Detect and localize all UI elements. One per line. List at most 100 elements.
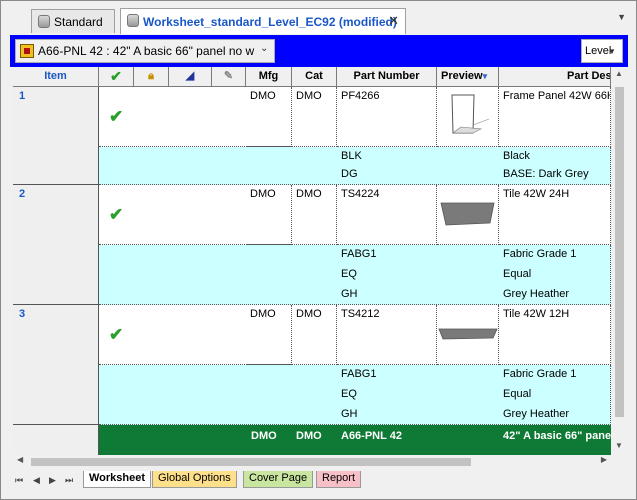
check-icon[interactable]: ✔ [109, 205, 123, 225]
option-desc: Fabric Grade 1 [503, 248, 577, 260]
document-tabs: Standard Worksheet_standard_Level_EC92 (… [1, 1, 636, 34]
item-cell[interactable]: 2 [13, 185, 99, 305]
total-mfg: DMO [251, 430, 277, 442]
option-desc: Fabric Grade 1 [503, 368, 577, 380]
total-row[interactable]: DMO DMO A66-PNL 42 42" A basic 66" pane [99, 425, 611, 455]
part-desc-cell[interactable]: Frame Panel 42W 66H [499, 87, 611, 147]
part-desc-cell[interactable]: Tile 42W 12H [499, 305, 611, 365]
check-icon[interactable]: ✔ [109, 325, 123, 345]
option-desc: Equal [503, 268, 532, 280]
option-part: BLK [341, 150, 362, 162]
scroll-left-icon[interactable]: ◀ [17, 455, 23, 464]
tile-preview-icon [440, 202, 495, 226]
cat-cell[interactable]: DMO [292, 185, 337, 245]
next-sheet-icon[interactable]: ▶ [49, 475, 56, 486]
tab-standard[interactable]: Standard [31, 9, 115, 33]
sheet-tab-cover-page[interactable]: Cover Page [243, 471, 314, 488]
last-sheet-icon[interactable]: ⏭ [65, 475, 73, 486]
level-select[interactable]: Level ▼ [581, 39, 623, 63]
total-item-cell [13, 425, 99, 455]
header-part-number[interactable]: Part Number [337, 67, 437, 87]
part-number-cell[interactable]: PF4266 [337, 87, 437, 147]
part-number-cell[interactable]: TS4224 [337, 185, 437, 245]
sheet-tab-global-options[interactable]: Global Options [152, 471, 237, 488]
tab-worksheet[interactable]: Worksheet_standard_Level_EC92 (modified)… [120, 8, 406, 34]
header-mfg[interactable]: Mfg [246, 67, 292, 87]
mfg-cell[interactable]: DMO [246, 305, 292, 365]
option-row[interactable]: FABG1 Fabric Grade 1 EQ Equal GH Grey He… [99, 365, 611, 425]
header-preview[interactable]: Preview▾ [437, 67, 499, 87]
total-desc: 42" A basic 66" pane [503, 430, 611, 442]
scroll-right-icon[interactable]: ▶ [601, 455, 607, 464]
preview-cell[interactable] [437, 185, 499, 245]
mfg-cell[interactable]: DMO [246, 185, 292, 245]
horizontal-scrollbar[interactable]: ◀ ▶ [13, 455, 611, 468]
option-part: FABG1 [341, 248, 377, 260]
header-preview-label: Preview [441, 70, 483, 82]
worksheet-grid: Item ✔ 🔒︎ ◢ ✎ Mfg Cat Part Number Previe… [13, 67, 611, 455]
tab-standard-label: Standard [54, 14, 103, 29]
header-cat[interactable]: Cat [292, 67, 337, 87]
first-sheet-icon[interactable]: ⏮ [15, 475, 23, 486]
chevron-down-icon[interactable]: ⌄ [260, 44, 270, 54]
tabs-dropdown-icon[interactable]: ▼ [617, 12, 626, 22]
check-icon: ✔ [110, 68, 122, 84]
sheet-tab-worksheet[interactable]: Worksheet [83, 471, 152, 488]
header-paint[interactable]: ◢ [169, 67, 212, 87]
previous-sheet-icon[interactable]: ◀ [33, 475, 40, 486]
option-row[interactable]: BLK Black DG BASE: Dark Grey [99, 147, 611, 185]
document-icon [38, 15, 50, 28]
sheet-tab-report[interactable]: Report [316, 471, 362, 488]
option-part: GH [341, 408, 358, 420]
item-cell[interactable]: 3 [13, 305, 99, 425]
tile-preview-icon [438, 328, 498, 340]
option-desc: Grey Heather [503, 408, 570, 420]
item-icon [20, 44, 34, 58]
vertical-scroll-thumb[interactable] [615, 87, 624, 417]
preview-cell[interactable] [437, 87, 499, 147]
check-icon[interactable]: ✔ [109, 107, 123, 127]
item-number: 3 [19, 308, 26, 320]
item-number: 2 [19, 188, 26, 200]
header-lock[interactable]: 🔒︎ [134, 67, 169, 87]
option-desc: Grey Heather [503, 288, 570, 300]
preview-cell[interactable] [437, 305, 499, 365]
part-number-cell[interactable]: TS4212 [337, 305, 437, 365]
lock-icon: 🔒︎ [148, 70, 154, 82]
document-icon [127, 14, 139, 27]
mfg-cell[interactable]: DMO [246, 87, 292, 147]
item-cell[interactable]: 1 [13, 87, 99, 185]
header-item[interactable]: Item [13, 67, 99, 87]
part-desc-cell[interactable]: Tile 42W 24H [499, 185, 611, 245]
vertical-scrollbar[interactable]: ▲ ▼ [611, 67, 628, 455]
option-row[interactable]: FABG1 Fabric Grade 1 EQ Equal GH Grey He… [99, 245, 611, 305]
sort-icon: ▾ [482, 71, 488, 81]
option-part: FABG1 [341, 368, 377, 380]
paint-icon: ◢ [185, 70, 195, 82]
header-edit[interactable]: ✎ [212, 67, 246, 87]
scroll-up-icon[interactable]: ▲ [615, 69, 623, 78]
level-toolbar: A66-PNL 42 : 42" A basic 66" panel no w … [10, 35, 628, 67]
header-check[interactable]: ✔ [99, 67, 134, 87]
total-cat: DMO [296, 430, 322, 442]
sheet-tab-bar: ⏮ ◀ ▶ ⏭ Worksheet Global Options Cover P… [1, 468, 636, 499]
scroll-down-icon[interactable]: ▼ [615, 441, 623, 450]
item-selector-combo[interactable]: A66-PNL 42 : 42" A basic 66" panel no w … [15, 39, 275, 63]
cat-cell[interactable]: DMO [292, 305, 337, 365]
horizontal-scroll-thumb[interactable] [31, 458, 471, 466]
option-part: EQ [341, 268, 357, 280]
header-part-desc[interactable]: Part Des [499, 67, 611, 87]
cat-cell[interactable]: DMO [292, 87, 337, 147]
tab-worksheet-label: Worksheet_standard_Level_EC92 (modified) [143, 14, 397, 29]
option-part: DG [341, 168, 358, 180]
option-desc: BASE: Dark Grey [503, 168, 589, 180]
total-part: A66-PNL 42 [341, 430, 402, 442]
item-number: 1 [19, 90, 26, 102]
app-window: Standard Worksheet_standard_Level_EC92 (… [0, 0, 637, 500]
option-desc: Equal [503, 388, 532, 400]
item-selector-text: A66-PNL 42 : 42" A basic 66" panel no w [38, 44, 255, 58]
frame-panel-preview-icon [451, 94, 490, 134]
chevron-down-icon[interactable]: ▼ [608, 47, 618, 57]
close-tab-icon[interactable]: ✕ [388, 13, 399, 29]
option-part: GH [341, 288, 358, 300]
